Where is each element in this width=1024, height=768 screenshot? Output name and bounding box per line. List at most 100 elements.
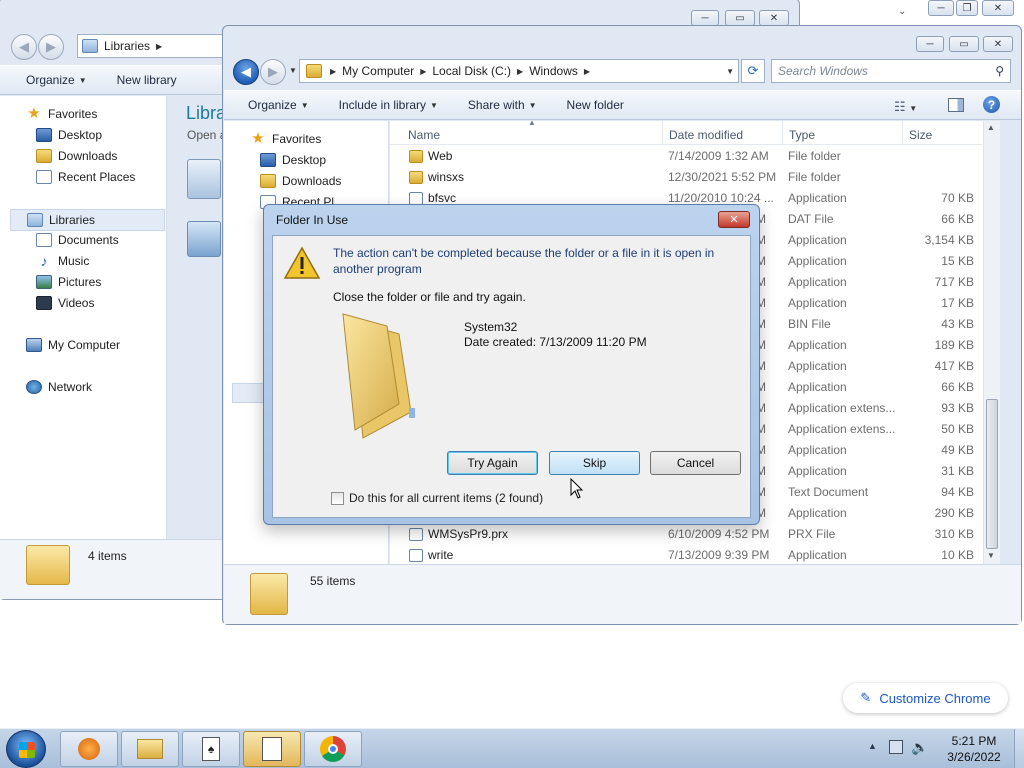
column-divider[interactable] <box>662 121 663 145</box>
column-name[interactable]: Name <box>408 128 440 142</box>
scroll-down-icon[interactable]: ▼ <box>987 551 995 560</box>
forward-arrow-icon[interactable]: ▶ <box>38 34 64 60</box>
nav-label: Music <box>58 254 90 268</box>
organize-label: Organize <box>248 98 297 112</box>
preview-pane-icon[interactable] <box>948 98 964 112</box>
nav-label: My Computer <box>48 338 121 352</box>
library-documents-icon[interactable] <box>187 159 221 199</box>
address-crumb[interactable]: Libraries <box>104 39 150 53</box>
recent-pages-dropdown-icon[interactable]: ▼ <box>289 66 297 75</box>
taskbar-notepad[interactable] <box>243 731 301 767</box>
taskbar-media-player[interactable] <box>60 731 118 767</box>
system-clock[interactable]: 5:21 PM 3/26/2022 <box>940 733 1008 765</box>
videos-icon <box>36 296 52 310</box>
apply-all-checkbox-row[interactable]: Do this for all current items (2 found) <box>331 491 543 505</box>
search-input[interactable]: Search Windows ⚲ <box>771 59 1011 83</box>
nav-pictures[interactable]: Pictures <box>36 275 101 289</box>
maximize-button[interactable]: ▭ <box>725 10 755 26</box>
column-size[interactable]: Size <box>909 128 932 142</box>
taskbar-solitaire[interactable]: ♠ <box>182 731 240 767</box>
table-row[interactable]: write 7/13/2009 9:39 PM Application 10 KB <box>390 545 982 564</box>
nav-downloads[interactable]: Downloads <box>36 149 117 163</box>
nav-my-computer[interactable]: My Computer <box>26 338 120 352</box>
table-row[interactable]: Web 7/14/2009 1:32 AM File folder <box>390 146 982 167</box>
new-folder-button[interactable]: New folder <box>567 98 624 112</box>
file-date: 7/14/2009 1:32 AM <box>668 149 769 163</box>
column-divider[interactable] <box>782 121 783 145</box>
nav-network[interactable]: Network <box>26 380 92 394</box>
close-button[interactable]: ✕ <box>983 36 1013 52</box>
refresh-icon[interactable]: ⟳ <box>741 59 765 83</box>
show-hidden-icons-icon[interactable]: ▲ <box>868 741 877 751</box>
nav-libraries[interactable]: Libraries <box>10 209 165 231</box>
volume-icon[interactable]: 🔈 <box>911 739 928 756</box>
share-with-menu[interactable]: Share with ▼ <box>468 98 537 112</box>
dialog-close-button[interactable]: ✕ <box>718 211 750 228</box>
chrome-close-button[interactable]: ✕ <box>982 0 1014 16</box>
minimize-button[interactable]: ─ <box>691 10 719 26</box>
nav-downloads[interactable]: Downloads <box>260 174 341 188</box>
address-crumb-computer[interactable]: My Computer <box>342 64 414 78</box>
column-divider[interactable] <box>902 121 903 145</box>
minimize-button[interactable]: ─ <box>916 36 944 52</box>
cancel-button[interactable]: Cancel <box>650 451 741 475</box>
chrome-icon <box>320 736 346 762</box>
music-icon: ♪ <box>40 253 48 269</box>
nav-videos[interactable]: Videos <box>36 296 94 310</box>
apply-all-checkbox[interactable] <box>331 491 344 505</box>
search-icon[interactable]: ⚲ <box>995 64 1004 78</box>
new-library-button[interactable]: New library <box>117 73 177 87</box>
address-dropdown-icon[interactable]: ▼ <box>726 67 734 76</box>
network-tray-icon[interactable] <box>889 740 903 754</box>
file-size: 310 KB <box>934 527 974 541</box>
help-icon[interactable]: ? <box>983 96 1000 113</box>
back-arrow-icon[interactable]: ◀ <box>233 59 259 85</box>
nav-favorites[interactable]: ★ Favorites <box>250 131 321 146</box>
file-size: 66 KB <box>941 212 974 226</box>
taskbar-chrome[interactable] <box>304 731 362 767</box>
show-desktop-button[interactable] <box>1014 729 1024 768</box>
file-size: 94 KB <box>941 485 974 499</box>
organize-menu[interactable]: Organize ▼ <box>248 98 309 112</box>
skip-button[interactable]: Skip <box>549 451 640 475</box>
address-crumb-disk[interactable]: Local Disk (C:) <box>432 64 511 78</box>
back-arrow-icon[interactable]: ◀ <box>11 34 37 60</box>
file-size: 189 KB <box>934 338 974 352</box>
chevron-down-icon: ▼ <box>430 100 438 110</box>
taskbar-explorer[interactable] <box>121 731 179 767</box>
address-bar[interactable]: ▶ My Computer ▶ Local Disk (C:) ▶ Window… <box>299 59 739 83</box>
nav-music[interactable]: ♪ Music <box>36 253 90 269</box>
library-pictures-icon[interactable] <box>187 221 221 257</box>
scrollbar-thumb[interactable] <box>986 399 998 549</box>
nav-documents[interactable]: Documents <box>36 233 119 247</box>
taskbar: ♠ ▲ 🔈 5:21 PM 3/26/2022 <box>0 728 1024 768</box>
chevron-down-icon: ▼ <box>78 75 87 85</box>
close-button[interactable]: ✕ <box>759 10 789 26</box>
include-in-library-menu[interactable]: Include in library ▼ <box>339 98 438 112</box>
vertical-scrollbar[interactable]: ▲ ▼ <box>983 121 1000 564</box>
nav-favorites[interactable]: ★ Favorites <box>26 106 98 121</box>
chrome-tab-search-icon[interactable]: ⌄ <box>898 6 906 17</box>
content-subtitle: Open a <box>187 128 227 142</box>
nav-desktop[interactable]: Desktop <box>260 153 326 167</box>
chrome-minimize-button[interactable]: ─ <box>928 0 954 16</box>
view-options-icon[interactable]: ☷ ▼ <box>894 99 917 115</box>
address-crumb-windows[interactable]: Windows <box>529 64 578 78</box>
maximize-button[interactable]: ▭ <box>949 36 979 52</box>
nav-desktop[interactable]: Desktop <box>36 128 102 142</box>
table-row[interactable]: WMSysPr9.prx 6/10/2009 4:52 PM PRX File 310… <box>390 524 982 545</box>
table-row[interactable]: winsxs 12/30/2021 5:52 PM File folder <box>390 167 982 188</box>
column-type[interactable]: Type <box>789 128 815 142</box>
address-bar[interactable]: Libraries ▶ <box>77 34 227 58</box>
customize-chrome-button[interactable]: ✎ Customize Chrome <box>843 683 1008 713</box>
file-size: 43 KB <box>941 317 974 331</box>
scroll-up-icon[interactable]: ▲ <box>987 123 995 132</box>
forward-arrow-icon[interactable]: ▶ <box>260 59 286 85</box>
start-button[interactable] <box>6 730 46 768</box>
try-again-button[interactable]: Try Again <box>447 451 538 475</box>
nav-recent-places[interactable]: Recent Places <box>36 170 135 184</box>
column-date[interactable]: Date modified <box>669 128 743 142</box>
chrome-restore-button[interactable]: ❐ <box>956 0 978 16</box>
organize-menu[interactable]: Organize ▼ <box>26 73 87 87</box>
nav-label: Favorites <box>48 107 98 121</box>
